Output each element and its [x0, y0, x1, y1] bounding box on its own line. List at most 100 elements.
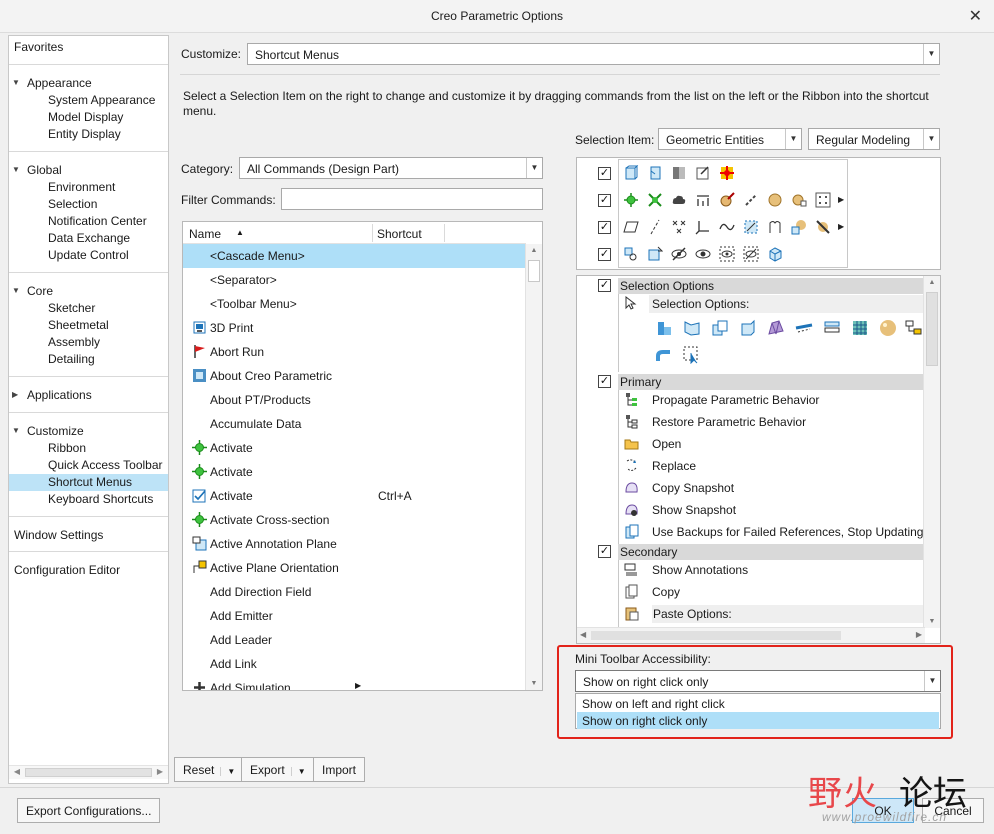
- nav-item-entity-display[interactable]: Entity Display: [48, 127, 121, 141]
- chevron-down-icon[interactable]: ▼: [785, 129, 801, 149]
- group-checkbox[interactable]: ✓: [598, 545, 611, 558]
- category-dropdown[interactable]: All Commands (Design Part) ▼: [239, 157, 543, 179]
- scroll-right-icon[interactable]: ▶: [916, 630, 922, 639]
- command-row[interactable]: Add Leader: [183, 628, 526, 652]
- expand-arrow-icon[interactable]: ▼: [12, 286, 20, 295]
- expand-arrow-icon[interactable]: ▼: [12, 78, 20, 87]
- nav-window-settings[interactable]: Window Settings: [14, 528, 103, 542]
- command-row[interactable]: <Separator>: [183, 268, 526, 292]
- nav-favorites[interactable]: Favorites: [14, 40, 63, 54]
- selection-item-dropdown[interactable]: Geometric Entities ▼: [658, 128, 802, 150]
- chevron-down-icon[interactable]: ▼: [924, 671, 940, 691]
- group-secondary[interactable]: Secondary: [618, 544, 925, 560]
- options-vertical-scrollbar[interactable]: ▲ ▼: [923, 276, 940, 628]
- command-row[interactable]: About Creo Parametric: [183, 364, 526, 388]
- activate-icon[interactable]: [623, 192, 639, 208]
- command-row[interactable]: Accumulate Data: [183, 412, 526, 436]
- appearance-icon[interactable]: [719, 192, 735, 208]
- options-horizontal-scrollbar[interactable]: ◀ ▶: [577, 627, 925, 643]
- secondary-item[interactable]: Copy: [652, 585, 680, 599]
- nav-item-detailing[interactable]: Detailing: [48, 352, 95, 366]
- scroll-thumb[interactable]: [528, 260, 540, 282]
- primary-item[interactable]: Show Snapshot: [652, 503, 736, 517]
- scroll-right-icon[interactable]: ▶: [154, 767, 166, 776]
- select-cursor-icon[interactable]: [683, 346, 701, 364]
- quilt-icon[interactable]: [767, 319, 785, 337]
- scroll-left-icon[interactable]: ◀: [11, 767, 23, 776]
- nav-item-update-control[interactable]: Update Control: [48, 248, 129, 262]
- expand-arrow-icon[interactable]: ▼: [12, 426, 20, 435]
- nav-configuration-editor[interactable]: Configuration Editor: [14, 563, 120, 577]
- collapse-arrow-icon[interactable]: ▶: [12, 390, 18, 399]
- surface-icon[interactable]: [767, 219, 783, 235]
- row-checkbox[interactable]: ✓: [598, 221, 611, 234]
- row-checkbox[interactable]: ✓: [598, 167, 611, 180]
- command-row[interactable]: Abort Run: [183, 340, 526, 364]
- nav-item-environment[interactable]: Environment: [48, 180, 115, 194]
- group-checkbox[interactable]: ✓: [598, 375, 611, 388]
- command-row[interactable]: Activate Cross-section: [183, 508, 526, 532]
- remove-appearance-icon[interactable]: [815, 219, 831, 235]
- chevron-down-icon[interactable]: ▼: [290, 767, 306, 776]
- nav-customize[interactable]: Customize: [27, 424, 84, 438]
- cube-icon[interactable]: [767, 246, 783, 262]
- primary-item[interactable]: Propagate Parametric Behavior: [652, 393, 819, 407]
- zoom-to-selected-icon[interactable]: [623, 246, 639, 262]
- coordinate-system-icon[interactable]: [695, 219, 711, 235]
- isolate-eye-icon[interactable]: [719, 246, 735, 262]
- extrude-icon[interactable]: [623, 165, 639, 181]
- column-name[interactable]: Name: [189, 227, 221, 241]
- scroll-up-icon[interactable]: ▲: [924, 279, 940, 286]
- command-row[interactable]: Active Annotation Plane: [183, 532, 526, 556]
- chain-icon[interactable]: [743, 192, 759, 208]
- chevron-down-icon[interactable]: ▼: [923, 129, 939, 149]
- nav-item-notification-center[interactable]: Notification Center: [48, 214, 147, 228]
- nav-item-sheetmetal[interactable]: Sheetmetal: [48, 318, 109, 332]
- nav-item-keyboard-shortcuts[interactable]: Keyboard Shortcuts: [48, 492, 153, 506]
- sketch-plane-icon[interactable]: [647, 165, 663, 181]
- command-row[interactable]: Add Direction Field: [183, 580, 526, 604]
- mini-toolbar-dropdown[interactable]: Show on right click only ▼: [575, 670, 941, 692]
- cloud-icon[interactable]: [671, 192, 687, 208]
- command-row[interactable]: About PT/Products: [183, 388, 526, 412]
- import-button[interactable]: Import: [313, 757, 366, 782]
- more-right-icon[interactable]: ▶: [838, 195, 844, 204]
- hide-eye-icon[interactable]: [671, 246, 687, 262]
- primary-item[interactable]: Replace: [652, 459, 696, 473]
- primary-item[interactable]: Use Backups for Failed References, Stop …: [652, 525, 923, 539]
- primary-item[interactable]: Open: [652, 437, 681, 451]
- solid-body-icon[interactable]: [739, 319, 757, 337]
- scroll-down-icon[interactable]: ▼: [924, 618, 940, 625]
- command-row[interactable]: <Toolbar Menu>: [183, 292, 526, 316]
- group-selection-options[interactable]: Selection Options: [618, 278, 925, 294]
- appearance-pick-icon[interactable]: [791, 219, 807, 235]
- row-checkbox[interactable]: ✓: [598, 194, 611, 207]
- command-row[interactable]: <Cascade Menu>: [183, 244, 526, 268]
- dimension-icon[interactable]: [695, 192, 711, 208]
- command-row[interactable]: Activate Ctrl+A: [183, 484, 526, 508]
- unhide-all-icon[interactable]: [743, 246, 759, 262]
- part-icon[interactable]: [655, 319, 673, 337]
- command-row[interactable]: Add Simulation ▶: [183, 676, 526, 690]
- scroll-up-icon[interactable]: ▲: [526, 247, 542, 254]
- nav-appearance[interactable]: Appearance: [27, 76, 92, 90]
- scroll-thumb[interactable]: [926, 292, 938, 366]
- close-icon[interactable]: ✕: [969, 6, 982, 26]
- group-primary[interactable]: Primary: [618, 374, 925, 390]
- nav-item-ribbon[interactable]: Ribbon: [48, 441, 86, 455]
- tree-structure-icon[interactable]: [905, 319, 923, 337]
- commands-list[interactable]: Name ▲ Shortcut <Cascade Menu> <Separator…: [182, 221, 543, 691]
- command-row[interactable]: Active Plane Orientation: [183, 556, 526, 580]
- nav-item-data-exchange[interactable]: Data Exchange: [48, 231, 130, 245]
- nav-item-quick-access-toolbar[interactable]: Quick Access Toolbar: [48, 458, 163, 472]
- copy-geometry-icon[interactable]: [711, 319, 729, 337]
- nav-item-sketcher[interactable]: Sketcher: [48, 301, 95, 315]
- plane-icon[interactable]: [623, 219, 639, 235]
- nav-applications[interactable]: Applications: [27, 388, 92, 402]
- sphere-edit-icon[interactable]: [791, 192, 807, 208]
- secondary-item[interactable]: Show Annotations: [652, 563, 748, 577]
- scroll-left-icon[interactable]: ◀: [580, 630, 586, 639]
- filter-commands-input[interactable]: [281, 188, 543, 210]
- scroll-thumb[interactable]: [591, 631, 841, 640]
- nav-horizontal-scrollbar[interactable]: ◀ ▶: [9, 765, 168, 779]
